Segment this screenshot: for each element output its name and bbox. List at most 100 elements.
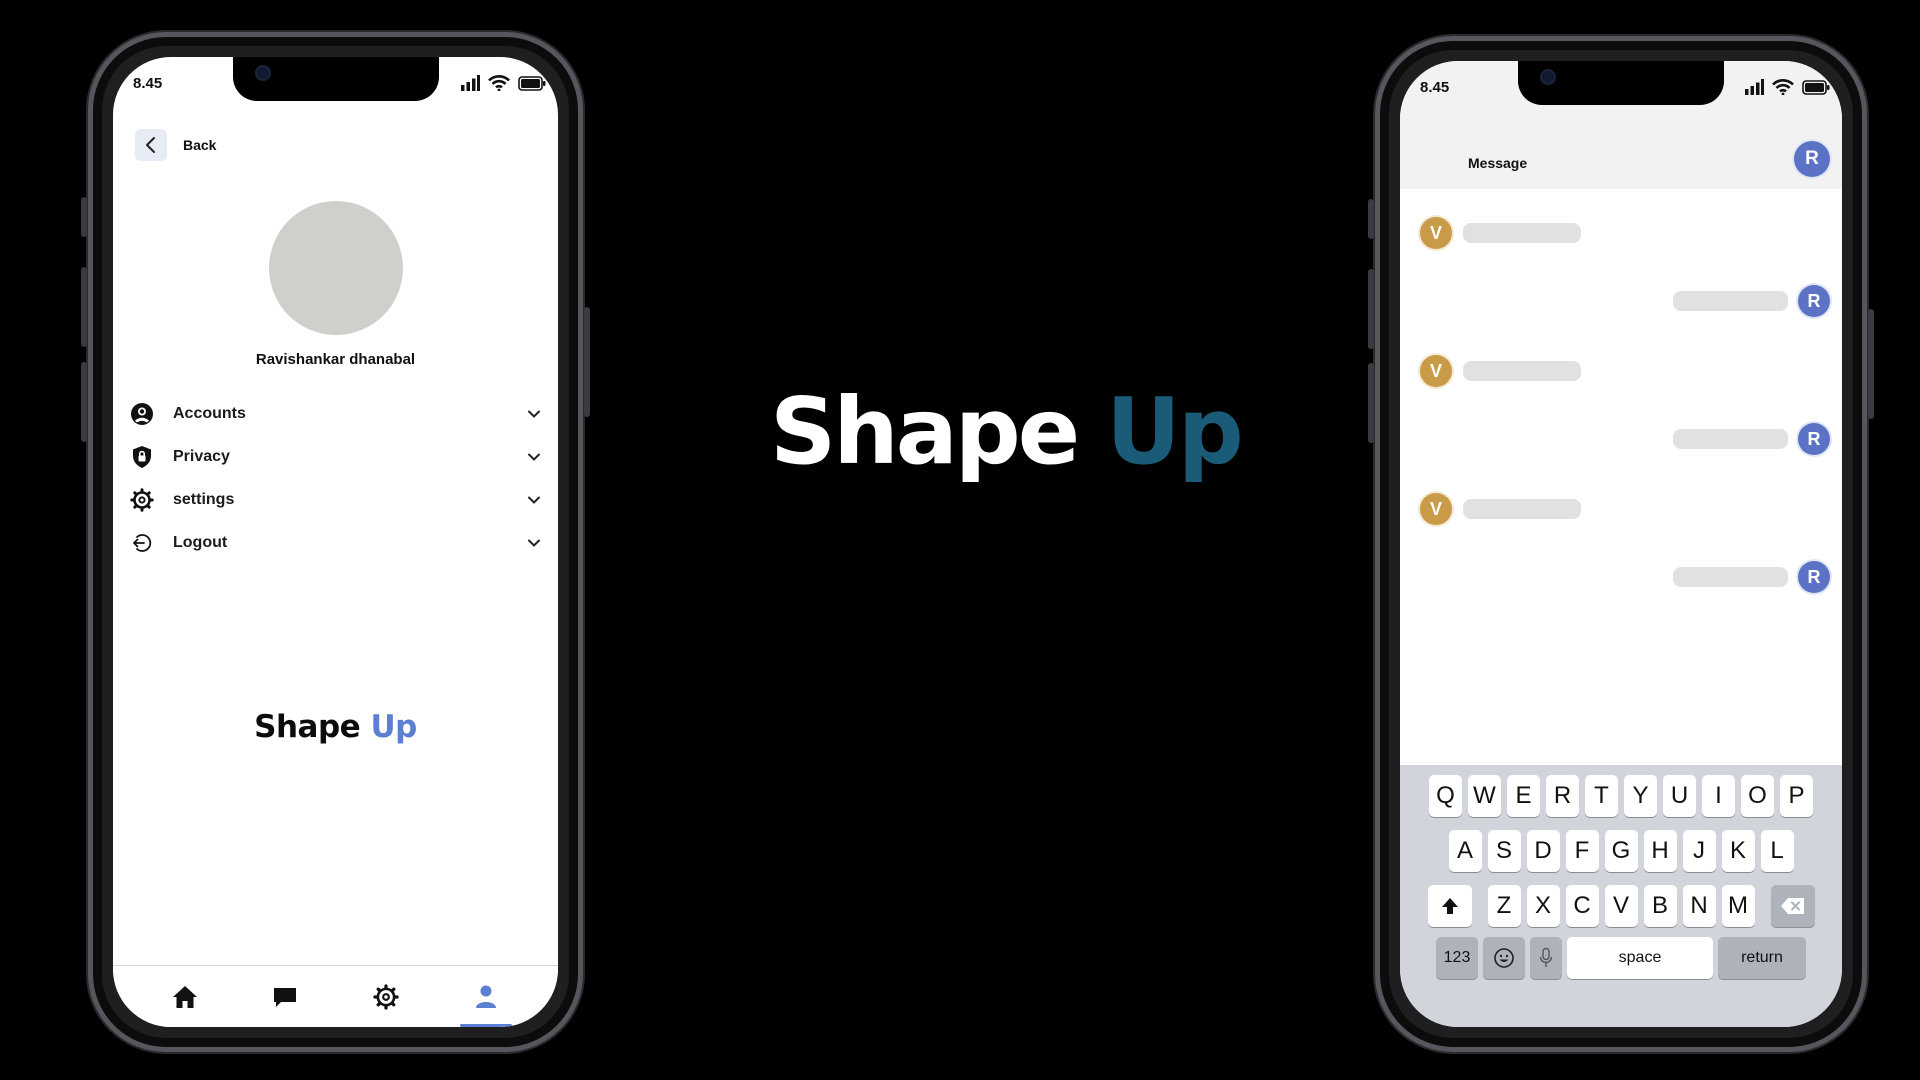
volume-up-button (81, 267, 87, 347)
key-x[interactable]: X (1526, 885, 1560, 927)
key-t[interactable]: T (1585, 775, 1618, 817)
nav-messages[interactable] (265, 977, 305, 1017)
key-n[interactable]: N (1682, 885, 1716, 927)
user-icon (475, 985, 496, 1008)
menu-label-settings: settings (173, 490, 235, 508)
key-i[interactable]: I (1702, 775, 1735, 817)
account-circle-icon (129, 401, 155, 427)
key-z[interactable]: Z (1487, 885, 1521, 927)
nav-profile[interactable] (459, 977, 512, 1027)
message-bubble-outgoing[interactable] (1673, 291, 1788, 311)
profile-avatar[interactable] (268, 201, 403, 335)
chevron-down-icon[interactable] (524, 533, 544, 553)
key-f[interactable]: F (1565, 830, 1599, 872)
message-bubble-outgoing[interactable] (1673, 429, 1788, 449)
battery-icon (518, 75, 546, 91)
keyboard-row-4: 123 space return (1400, 937, 1842, 979)
key-h[interactable]: H (1643, 830, 1677, 872)
message-bubble-outgoing[interactable] (1673, 567, 1788, 587)
message-bubble-incoming[interactable] (1463, 223, 1581, 243)
message-avatar-v: V (1420, 493, 1452, 525)
keyboard-row-2: A S D F G H J K L (1400, 830, 1842, 872)
shield-icon (129, 444, 155, 470)
header-avatar[interactable]: R (1794, 141, 1830, 177)
profile-phone-frame: 8.45 Back Ravishankar dhanabal Accounts (81, 32, 590, 1052)
message-avatar-v: V (1420, 355, 1452, 387)
key-w[interactable]: W (1468, 775, 1501, 817)
camera-icon (254, 65, 271, 81)
message-bubble-incoming[interactable] (1463, 499, 1581, 519)
key-d[interactable]: D (1526, 830, 1560, 872)
brand-word-up: Up (1106, 378, 1244, 485)
key-b[interactable]: B (1643, 885, 1677, 927)
message-avatar-v: V (1420, 217, 1452, 249)
key-g[interactable]: G (1604, 830, 1638, 872)
key-a[interactable]: A (1448, 830, 1482, 872)
nav-home[interactable] (165, 977, 205, 1017)
key-l[interactable]: L (1760, 830, 1794, 872)
back-row[interactable]: Back (135, 129, 216, 161)
status-icons (460, 75, 546, 91)
back-label[interactable]: Back (183, 137, 216, 153)
mic-key[interactable] (1530, 937, 1562, 979)
message-bubble-incoming[interactable] (1463, 361, 1581, 381)
key-o[interactable]: O (1741, 775, 1774, 817)
key-k[interactable]: K (1721, 830, 1755, 872)
mute-switch (1368, 199, 1374, 239)
menu-label-accounts: Accounts (173, 404, 246, 422)
shift-arrow-icon (1441, 898, 1458, 914)
emoji-key[interactable] (1483, 937, 1525, 979)
backspace-key[interactable] (1770, 885, 1815, 927)
key-s[interactable]: S (1487, 830, 1521, 872)
mute-switch (81, 197, 87, 237)
bottom-nav (113, 965, 558, 1027)
back-button[interactable] (135, 129, 167, 161)
volume-down-button (1368, 363, 1374, 443)
key-u[interactable]: U (1663, 775, 1696, 817)
key-c[interactable]: C (1565, 885, 1599, 927)
space-key[interactable]: space (1567, 937, 1713, 979)
brand-logo-small: Shape Up (113, 709, 558, 745)
return-key[interactable]: return (1718, 937, 1806, 979)
menu-item-settings[interactable]: settings (129, 478, 544, 521)
chevron-down-icon[interactable] (524, 404, 544, 424)
battery-icon (1802, 79, 1830, 95)
logout-icon (129, 530, 155, 556)
keyboard-row-1: Q W E R T Y U I O P (1400, 775, 1842, 817)
key-m[interactable]: M (1721, 885, 1755, 927)
brand-word-up: Up (370, 709, 417, 745)
messages-phone-frame: 8.45 Message R V R V R V R Q W E R T Y U… (1368, 36, 1874, 1052)
key-y[interactable]: Y (1624, 775, 1657, 817)
chevron-down-icon[interactable] (524, 490, 544, 510)
chevron-left-icon (146, 137, 155, 153)
key-v[interactable]: V (1604, 885, 1638, 927)
key-p[interactable]: P (1780, 775, 1813, 817)
signal-icon (1745, 79, 1764, 95)
key-q[interactable]: Q (1429, 775, 1462, 817)
emoji-icon (1494, 948, 1514, 968)
menu-label-logout: Logout (173, 533, 228, 551)
brand-logo-large: Shape Up (770, 378, 1244, 485)
shift-key[interactable] (1427, 885, 1472, 927)
profile-screen: 8.45 Back Ravishankar dhanabal Accounts (113, 57, 558, 1027)
numbers-key[interactable]: 123 (1436, 937, 1478, 979)
wifi-icon (488, 75, 510, 91)
menu-item-privacy[interactable]: Privacy (129, 435, 544, 478)
wifi-icon (1772, 79, 1794, 95)
backspace-icon (1780, 898, 1804, 914)
nav-settings[interactable] (366, 977, 406, 1017)
power-button (1868, 309, 1874, 419)
menu-item-logout[interactable]: Logout (129, 521, 544, 564)
profile-menu: Accounts Privacy settings Logout (129, 392, 544, 564)
key-e[interactable]: E (1507, 775, 1540, 817)
key-j[interactable]: J (1682, 830, 1716, 872)
message-avatar-r: R (1798, 561, 1830, 593)
power-button (584, 307, 590, 417)
menu-item-accounts[interactable]: Accounts (129, 392, 544, 435)
chevron-down-icon[interactable] (524, 447, 544, 467)
key-r[interactable]: R (1546, 775, 1579, 817)
brand-word-shape: Shape (254, 709, 361, 745)
brand-word-shape: Shape (770, 378, 1080, 485)
status-icons (1744, 79, 1830, 95)
chat-icon (274, 987, 297, 1007)
